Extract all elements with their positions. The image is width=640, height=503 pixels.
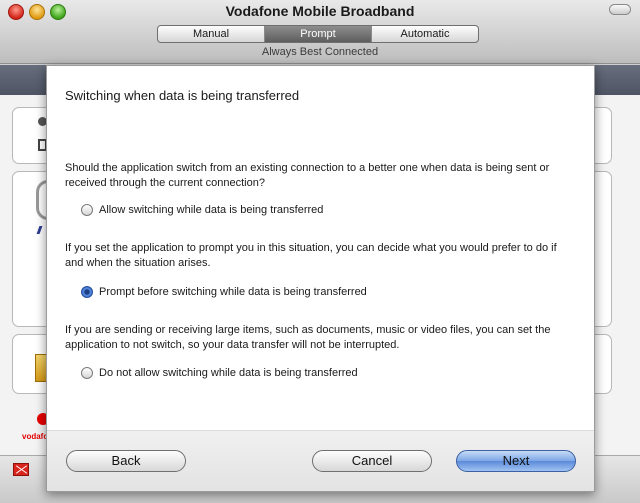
back-button[interactable]: Back xyxy=(66,450,186,472)
disallow-switching-radio[interactable] xyxy=(81,367,93,379)
switching-settings-sheet: Switching when data is being transferred… xyxy=(46,65,595,492)
mail-icon[interactable] xyxy=(13,463,29,476)
prompt-before-switching-option[interactable]: Prompt before switching while data is be… xyxy=(81,286,367,298)
allow-switching-radio[interactable] xyxy=(81,204,93,216)
allow-switching-option[interactable]: Allow switching while data is being tran… xyxy=(81,204,323,216)
window-title: Vodafone Mobile Broadband xyxy=(225,3,415,19)
disallow-switching-option[interactable]: Do not allow switching while data is bei… xyxy=(81,367,358,379)
mode-manual-button[interactable]: Manual xyxy=(158,26,265,42)
description-paragraph: If you set the application to prompt you… xyxy=(65,242,557,269)
prompt-before-switching-label: Prompt before switching while data is be… xyxy=(99,286,367,298)
mode-prompt-button[interactable]: Prompt xyxy=(265,26,372,42)
description-paragraph: If you are sending or receiving large it… xyxy=(65,324,551,351)
prompt-before-switching-radio[interactable] xyxy=(81,286,93,298)
mode-automatic-button[interactable]: Automatic xyxy=(372,26,478,42)
cancel-button[interactable]: Cancel xyxy=(312,450,432,472)
allow-switching-label: Allow switching while data is being tran… xyxy=(99,204,324,216)
sheet-title: Switching when data is being transferred xyxy=(65,88,300,103)
disallow-switching-label: Do not allow switching while data is bei… xyxy=(99,367,358,379)
next-button[interactable]: Next xyxy=(456,450,576,472)
window-subtitle: Always Best Connected xyxy=(261,46,379,58)
mode-selector: Manual Prompt Automatic xyxy=(157,25,479,43)
window-titlebar: Vodafone Mobile Broadband Manual Prompt … xyxy=(0,0,640,64)
toolbar-toggle-button[interactable] xyxy=(609,4,631,15)
description-paragraph: Should the application switch from an ex… xyxy=(65,162,550,189)
